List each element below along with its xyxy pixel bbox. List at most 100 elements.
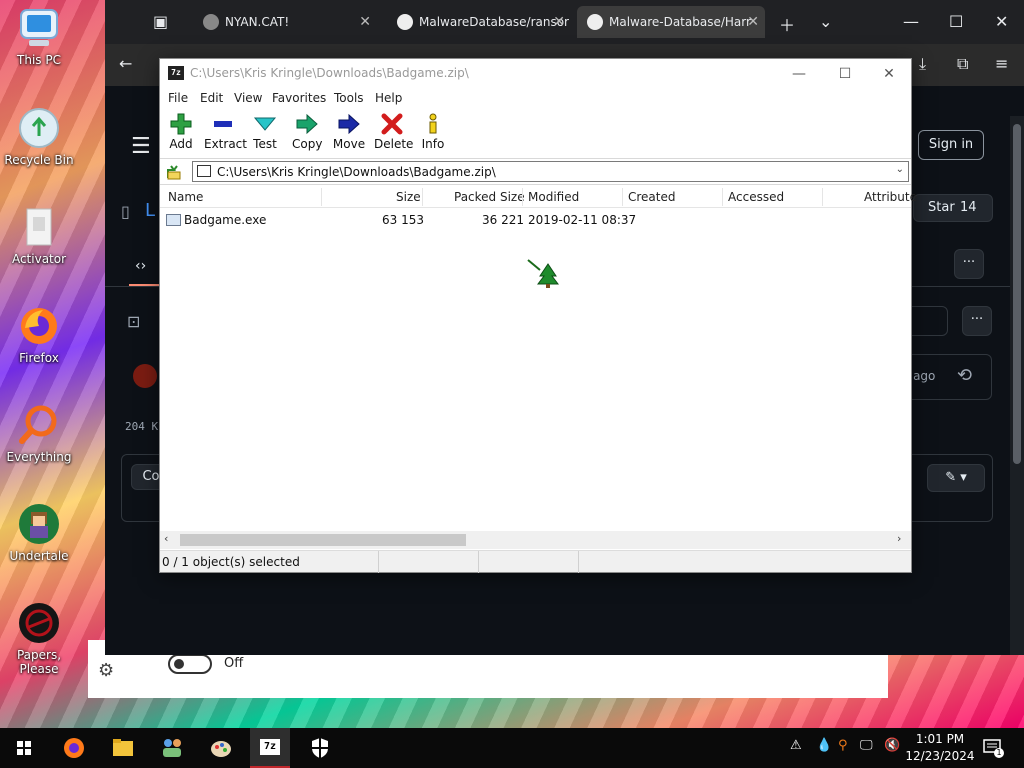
close-icon[interactable]: ✕: [995, 12, 1008, 31]
column-attributes[interactable]: Attribute: [864, 190, 917, 204]
tab-actions-icon[interactable]: ▣: [153, 12, 168, 31]
more-options-icon[interactable]: ···: [954, 249, 984, 279]
branch-icon[interactable]: ⊡: [127, 312, 140, 331]
cell-modified: 2019-02-11 08:37: [528, 213, 637, 227]
taskbar-paint[interactable]: [201, 728, 241, 768]
computer-icon[interactable]: 🖵: [860, 738, 873, 753]
history-icon[interactable]: ⟲: [957, 365, 972, 386]
column-divider[interactable]: [722, 188, 723, 206]
address-bar: C:\Users\Kris Kringle\Downloads\Badgame.…: [160, 159, 911, 185]
clock[interactable]: 1:01 PM 12/23/2024: [904, 731, 976, 765]
scroll-right-icon[interactable]: ›: [897, 532, 901, 545]
test-icon: [253, 117, 277, 131]
search-icon[interactable]: ⚲: [838, 738, 848, 753]
desktop-icon-activator[interactable]: Activator: [2, 205, 76, 266]
taskbar-security[interactable]: [300, 728, 340, 768]
horizontal-scrollbar[interactable]: ‹ ›: [160, 531, 911, 549]
info-button[interactable]: Info: [420, 113, 446, 151]
network-warning-icon[interactable]: ⚠: [790, 738, 802, 753]
menu-view[interactable]: View: [234, 91, 262, 105]
add-button[interactable]: Add: [168, 113, 194, 151]
repo-initial[interactable]: L: [145, 200, 155, 221]
tab-malware-database-harr[interactable]: Malware-Database/Harr ✕: [577, 6, 765, 38]
start-button[interactable]: [4, 728, 44, 768]
column-created[interactable]: Created: [628, 190, 676, 204]
desktop-icon-undertale[interactable]: Undertale: [2, 502, 76, 563]
column-packed-size[interactable]: Packed Size: [454, 190, 525, 204]
column-size[interactable]: Size: [396, 190, 421, 204]
minimize-icon[interactable]: —: [903, 12, 919, 31]
chevron-down-icon[interactable]: ⌄: [896, 164, 904, 175]
column-accessed[interactable]: Accessed: [728, 190, 784, 204]
clock-time: 1:01 PM: [915, 732, 965, 746]
sign-in-button[interactable]: Sign in: [918, 130, 984, 160]
taskbar-firefox[interactable]: [54, 728, 94, 768]
column-name[interactable]: Name: [168, 190, 203, 204]
test-button[interactable]: Test: [252, 113, 278, 151]
hamburger-icon[interactable]: ☰: [131, 134, 151, 159]
column-divider[interactable]: [422, 188, 423, 206]
water-drop-icon[interactable]: 💧: [816, 738, 832, 753]
close-button[interactable]: ✕: [866, 61, 912, 87]
toggle-switch[interactable]: [168, 654, 212, 674]
desktop-icon-recycle-bin[interactable]: Recycle Bin: [2, 106, 76, 167]
close-icon[interactable]: ✕: [359, 6, 371, 38]
extensions-icon[interactable]: ⧉: [957, 54, 968, 74]
new-tab-icon[interactable]: ＋: [779, 12, 795, 36]
move-button[interactable]: Move: [332, 113, 366, 151]
firefox-icon: [64, 738, 84, 758]
close-icon[interactable]: ✕: [747, 6, 759, 38]
taskbar-file-explorer[interactable]: [103, 728, 143, 768]
more-options-icon[interactable]: ···: [962, 306, 992, 336]
tool-label: Move: [332, 137, 366, 151]
menu-favorites[interactable]: Favorites: [272, 91, 326, 105]
tab-malwaredatabase-ransom[interactable]: MalwareDatabase/ransor ✕: [387, 6, 571, 38]
column-modified[interactable]: Modified: [528, 190, 579, 204]
taskbar-app-people[interactable]: [152, 728, 192, 768]
desktop-icon-papers-please[interactable]: Papers, Please: [2, 601, 76, 676]
copy-icon: [296, 113, 318, 135]
scrollbar-thumb[interactable]: [1013, 124, 1021, 464]
desktop-icon-everything[interactable]: Everything: [2, 403, 76, 464]
table-row[interactable]: Badgame.exe 63 153 36 221 2019-02-11 08:…: [160, 211, 911, 229]
page-scrollbar[interactable]: [1010, 116, 1024, 655]
delete-button[interactable]: Delete: [374, 113, 414, 151]
download-icon[interactable]: ⤓: [919, 54, 926, 74]
7zip-app-icon: 7z: [168, 66, 184, 80]
volume-muted-icon[interactable]: 🔇: [884, 738, 900, 753]
column-divider[interactable]: [321, 188, 322, 206]
menu-tools[interactable]: Tools: [334, 91, 364, 105]
gear-icon[interactable]: ⚙: [98, 660, 114, 681]
maximize-button[interactable]: ☐: [822, 61, 868, 87]
avatar[interactable]: [133, 364, 157, 388]
minimize-button[interactable]: —: [776, 61, 822, 87]
star-button[interactable]: Star 14: [913, 194, 993, 222]
path-input[interactable]: C:\Users\Kris Kringle\Downloads\Badgame.…: [192, 161, 909, 182]
maximize-icon[interactable]: ☐: [949, 12, 963, 31]
scroll-left-icon[interactable]: ‹: [164, 532, 168, 545]
menu-edit[interactable]: Edit: [200, 91, 223, 105]
folder-up-icon[interactable]: [166, 164, 182, 183]
cat-icon: [203, 14, 219, 30]
code-icon[interactable]: ‹›: [135, 258, 146, 274]
close-icon[interactable]: ✕: [553, 6, 565, 38]
column-divider[interactable]: [522, 188, 523, 206]
back-arrow-icon[interactable]: ←: [119, 54, 132, 73]
notification-center-icon[interactable]: 1: [982, 738, 1004, 758]
menu-help[interactable]: Help: [375, 91, 402, 105]
menu-file[interactable]: File: [168, 91, 188, 105]
column-divider[interactable]: [622, 188, 623, 206]
tool-label: Delete: [374, 137, 414, 151]
desktop-icon-firefox[interactable]: Firefox: [2, 304, 76, 365]
extract-button[interactable]: Extract: [204, 113, 247, 151]
column-divider[interactable]: [822, 188, 823, 206]
edit-dropdown-button[interactable]: ✎ ▾: [927, 464, 985, 492]
scrollbar-thumb[interactable]: [180, 534, 466, 546]
desktop-icon-this-pc[interactable]: This PC: [2, 6, 76, 67]
commit-box: s ago ⟲: [900, 354, 992, 400]
chevron-down-icon[interactable]: ⌄: [819, 12, 832, 31]
taskbar-7zip[interactable]: 7z: [250, 728, 290, 768]
menu-icon[interactable]: ≡: [995, 54, 1008, 73]
tab-nyan-cat[interactable]: NYAN.CAT! ✕: [193, 6, 377, 38]
copy-button[interactable]: Copy: [292, 113, 322, 151]
